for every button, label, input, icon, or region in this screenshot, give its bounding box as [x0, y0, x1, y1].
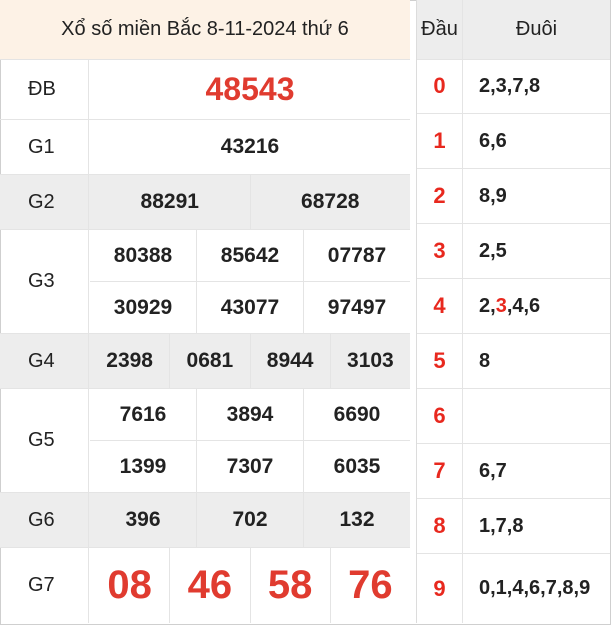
loto-tails: 2,5: [479, 239, 507, 262]
row-g5: G5 7616 3894 6690 1399 7307 6035: [0, 389, 410, 493]
prize-label-g4: G4: [0, 334, 89, 388]
loto-table: Đầu Đuôi 0 2,3,7,8 1 6,6 2 8,9 3 2,5 4 2…: [416, 0, 610, 623]
row-g6: G6 396 702 132: [0, 493, 410, 548]
loto-tails: 1,7,8: [479, 514, 524, 537]
loto-head-digit: 4: [417, 279, 463, 333]
g6-number: 396: [125, 508, 161, 531]
loto-tails: 8,9: [479, 184, 507, 207]
loto-tail-highlight: 3: [495, 294, 507, 317]
g2-number: 88291: [140, 190, 199, 213]
loto-row: 7 6,7: [417, 444, 610, 499]
special-prize-number: 48543: [205, 70, 295, 107]
loto-row: 5 8: [417, 334, 610, 389]
loto-row: 6: [417, 389, 610, 444]
row-g7: G7 08 46 58 76: [0, 548, 410, 623]
loto-tails: [463, 389, 610, 443]
row-g4: G4 2398 0681 8944 3103: [0, 334, 410, 389]
g3-number: 97497: [303, 282, 410, 334]
g7-number: 58: [249, 548, 330, 623]
prize-label-db: ĐB: [0, 59, 89, 119]
loto-head-digit: 3: [417, 224, 463, 278]
row-g2: G2 88291 68728: [0, 175, 410, 230]
prize-label-g2: G2: [0, 175, 89, 229]
g6-number: 702: [196, 493, 303, 547]
g2-number: 68728: [249, 175, 411, 229]
loto-tails: 6,7: [479, 459, 507, 482]
g5-number: 6035: [303, 441, 410, 493]
row-g1: G1 43216: [0, 120, 410, 175]
loto-head-digit: 9: [417, 554, 463, 623]
head-column-label: Đầu: [417, 0, 463, 59]
g5-number: 7616: [119, 402, 167, 426]
tail-column-label: Đuôi: [515, 18, 558, 40]
loto-row: 8 1,7,8: [417, 499, 610, 554]
loto-head-digit: 7: [417, 444, 463, 498]
loto-tails: 0,1,4,6,7,8,9: [479, 577, 591, 599]
g7-number: 08: [107, 563, 152, 607]
g1-number: 43216: [220, 135, 280, 158]
loto-header: Đầu Đuôi: [417, 0, 610, 60]
g4-number: 2398: [106, 349, 153, 372]
g3-number: 85642: [196, 230, 303, 281]
g7-number: 46: [169, 548, 249, 623]
loto-row: 3 2,5: [417, 224, 610, 279]
loto-head-digit: 1: [417, 114, 463, 168]
loto-row: 9 0,1,4,6,7,8,9: [417, 554, 610, 623]
loto-head-digit: 6: [417, 389, 463, 443]
g3-number: 07787: [303, 230, 410, 281]
g4-number: 3103: [329, 334, 410, 388]
prize-label-g6: G6: [0, 493, 89, 547]
loto-head-digit: 8: [417, 499, 463, 553]
prize-table: Xổ số miền Bắc 8-11-2024 thứ 6 ĐB 48543 …: [0, 0, 410, 623]
loto-tail-part: 2,: [479, 294, 496, 317]
g5-number: 3894: [196, 389, 303, 440]
g3-number: 43077: [196, 282, 303, 334]
loto-row: 1 6,6: [417, 114, 610, 169]
loto-tails: 2, 3,4,6: [463, 279, 610, 333]
loto-tails: 2,3,7,8: [479, 74, 541, 97]
g5-number: 7307: [196, 441, 303, 493]
loto-row: 0 2,3,7,8: [417, 59, 610, 114]
g4-number: 8944: [249, 334, 330, 388]
loto-head-digit: 0: [417, 59, 463, 113]
loto-head-digit: 5: [417, 334, 463, 388]
loto-tails: 8: [479, 349, 491, 372]
g4-number: 0681: [169, 334, 249, 388]
g7-number: 76: [329, 548, 410, 623]
page-title: Xổ số miền Bắc 8-11-2024 thứ 6: [0, 0, 410, 60]
g5-number: 1399: [119, 455, 167, 478]
g3-number: 30929: [113, 296, 173, 319]
prize-label-g5: G5: [0, 389, 89, 492]
loto-head-digit: 2: [417, 169, 463, 223]
g3-number: 80388: [113, 243, 173, 267]
prize-label-g1: G1: [0, 120, 89, 174]
loto-tail-part: ,4,6: [506, 294, 541, 317]
g6-number: 132: [303, 493, 410, 547]
row-db: ĐB 48543: [0, 59, 410, 120]
loto-row: 2 8,9: [417, 169, 610, 224]
g5-number: 6690: [303, 389, 410, 440]
row-g3: G3 80388 85642 07787 30929 43077 97497: [0, 230, 410, 334]
prize-label-g3: G3: [0, 230, 89, 333]
loto-row: 4 2, 3,4,6: [417, 279, 610, 334]
prize-label-g7: G7: [0, 548, 89, 623]
loto-tails: 6,6: [479, 129, 507, 152]
